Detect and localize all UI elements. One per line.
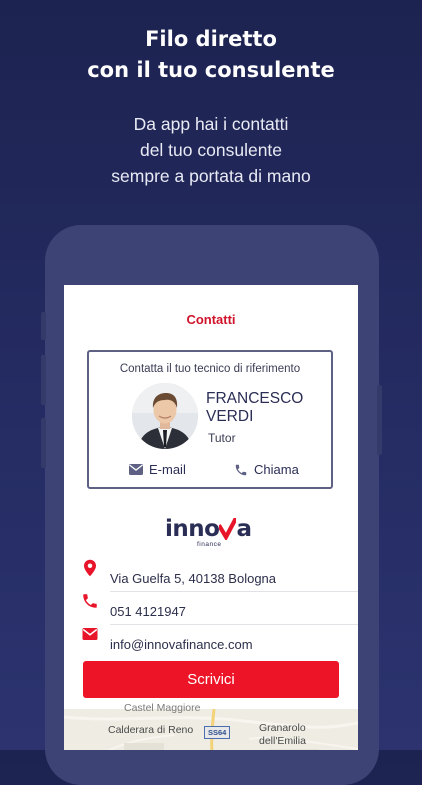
consultant-name: FRANCESCO VERDI — [206, 390, 331, 426]
promo-subtitle-line-1: Da app hai i contatti — [133, 114, 289, 134]
email-row[interactable]: info@innovafinance.com — [64, 625, 358, 658]
road-badge-ss64: SS64 — [204, 726, 231, 739]
app-screen: Contatti Contatta il tuo tecnico di rife… — [64, 285, 358, 750]
consultant-name-last: VERDI — [206, 408, 254, 425]
logo-checkmark-icon — [219, 518, 237, 540]
write-us-button[interactable]: Scrivici — [83, 661, 339, 698]
card-caption: Contatta il tuo tecnico di riferimento — [119, 363, 301, 375]
phone-row[interactable]: 051 4121947 — [64, 592, 358, 625]
location-pin-icon — [84, 559, 96, 577]
consultant-role: Tutor — [208, 431, 236, 445]
map-label-granarolo: Granarolo — [259, 722, 306, 734]
email-button-label: E-mail — [149, 462, 186, 477]
logo-word-start: inno — [165, 516, 220, 542]
phone-volume-down-button — [41, 418, 46, 468]
consultant-card: Contatta il tuo tecnico di riferimento F… — [87, 350, 333, 489]
envelope-icon — [82, 628, 98, 640]
phone-power-button — [377, 385, 382, 455]
logo-subtitle: finance — [197, 541, 222, 548]
phone-icon — [83, 594, 97, 608]
phone-text: 051 4121947 — [110, 604, 186, 619]
avatar — [132, 383, 198, 449]
call-button[interactable]: Chiama — [234, 462, 299, 477]
phone-volume-up-button — [41, 355, 46, 405]
location-map[interactable]: Castel Maggiore Calderara di Reno SS64 G… — [64, 702, 358, 750]
innova-finance-logo: inno a finance — [165, 517, 255, 555]
page-title: Contatti — [186, 312, 236, 327]
map-label-calderara: Calderara di Reno — [108, 724, 194, 736]
logo-word-end: a — [236, 516, 252, 542]
map-label-emilia: dell'Emilia — [259, 735, 306, 747]
promo-subtitle: Da app hai i contatti del tuo consulente… — [0, 111, 422, 189]
logo-wordmark: inno a — [165, 517, 255, 541]
promo-title-line-1: Filo diretto — [145, 27, 277, 51]
consultant-name-first: FRANCESCO — [206, 390, 304, 407]
address-row[interactable]: Via Guelfa 5, 40138 Bologna — [64, 559, 358, 592]
email-text: info@innovafinance.com — [110, 637, 253, 652]
phone-side-button — [41, 312, 46, 340]
promo-subtitle-line-2: del tuo consulente — [139, 140, 283, 160]
call-button-label: Chiama — [254, 462, 299, 477]
address-text: Via Guelfa 5, 40138 Bologna — [110, 571, 277, 586]
phone-icon — [235, 464, 247, 475]
map-label-castel-maggiore: Castel Maggiore — [124, 702, 201, 714]
envelope-icon — [129, 464, 143, 475]
promo-title: Filo diretto con il tuo consulente — [0, 24, 422, 86]
promo-subtitle-line-3: sempre a portata di mano — [111, 166, 311, 186]
email-button[interactable]: E-mail — [129, 462, 186, 477]
promo-title-line-2: con il tuo consulente — [87, 58, 335, 82]
avatar-portrait-icon — [132, 383, 198, 449]
